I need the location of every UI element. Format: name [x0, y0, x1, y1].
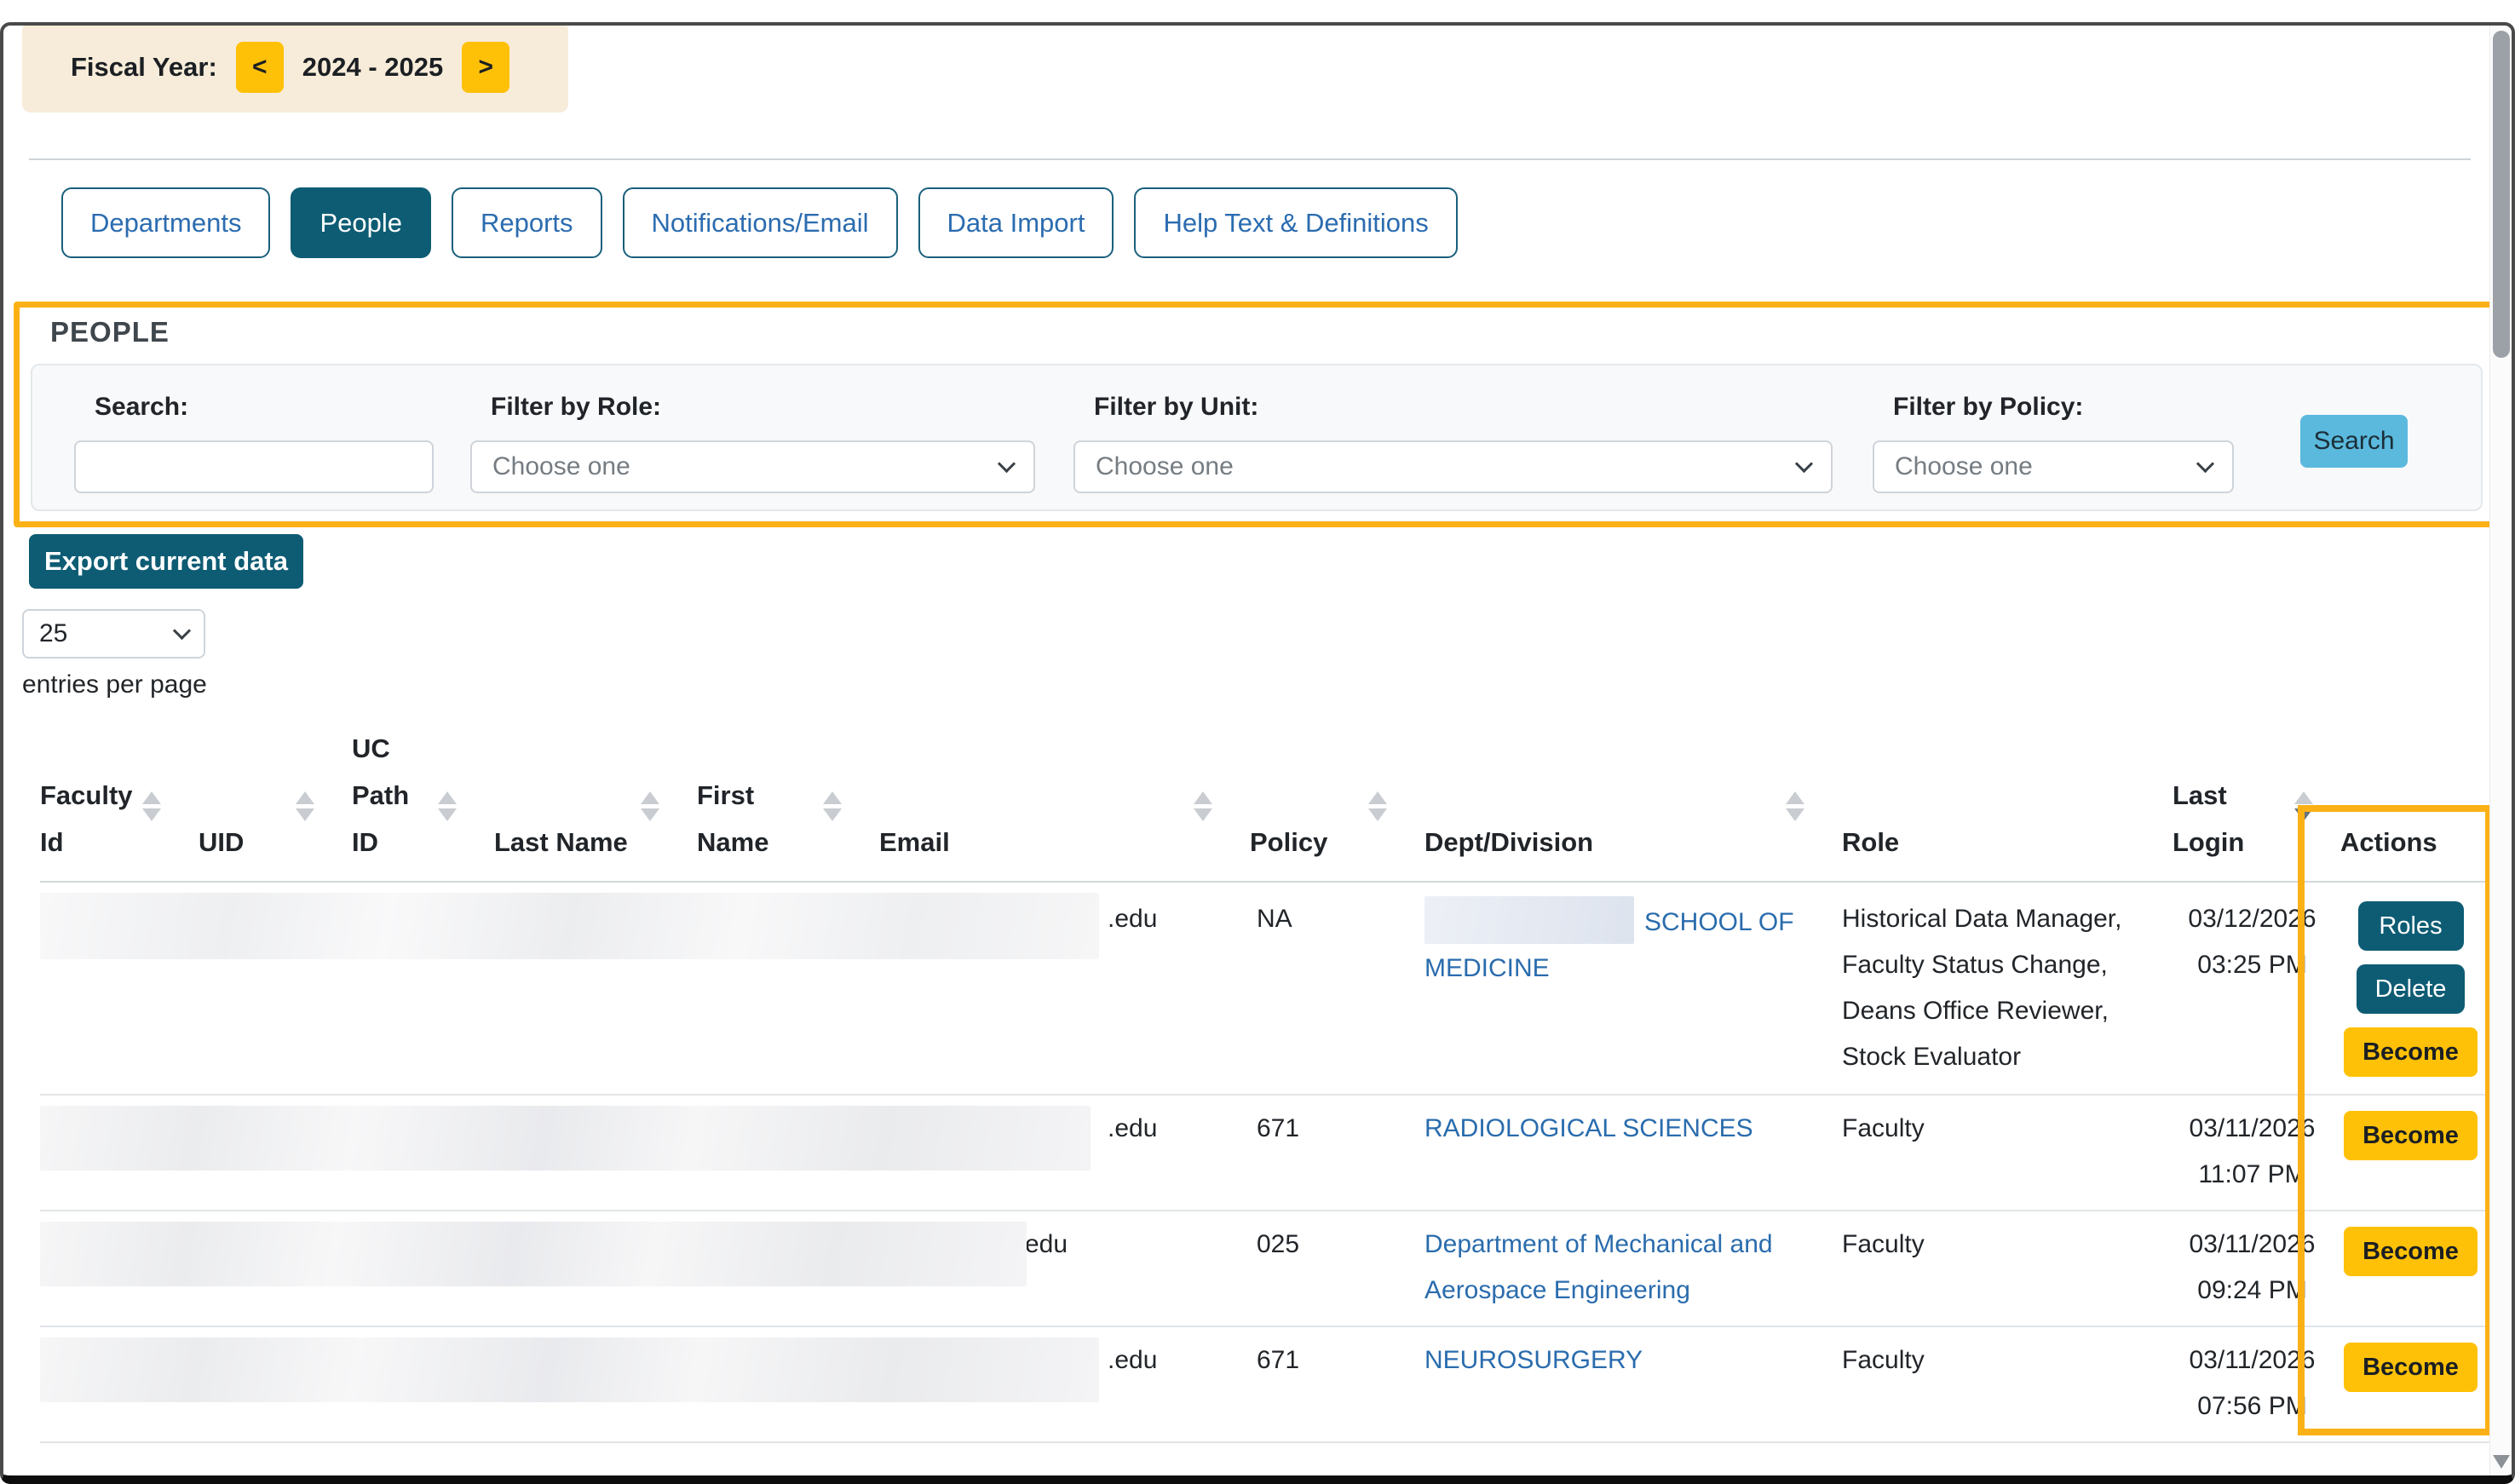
actions-cell: Become [2332, 1106, 2489, 1198]
last-login-cell: 03/11/2026 07:56 PM [2173, 1337, 2332, 1429]
dept-link[interactable]: RADIOLOGICAL SCIENCES [1424, 1114, 1753, 1142]
sort-icon [1368, 791, 1387, 821]
unit-filter-value: Choose one [1096, 452, 1234, 481]
role-cell: Faculty [1842, 1222, 2173, 1314]
actions-cell: Become [2332, 1337, 2489, 1429]
filter-by-role-label: Filter by Role: [491, 393, 661, 422]
become-button[interactable]: Become [2344, 1227, 2478, 1276]
table-row: edu 025 Department of Mechanical and Aer… [40, 1211, 2489, 1327]
become-button[interactable]: Become [2344, 1027, 2478, 1077]
header-role: Role [1842, 725, 2173, 883]
dept-cell: NEUROSURGERY [1424, 1337, 1842, 1429]
role-filter-value: Choose one [492, 452, 630, 481]
scroll-down-arrow-icon[interactable] [2493, 1455, 2510, 1469]
sort-icon [641, 791, 659, 821]
tab-departments[interactable]: Departments [61, 187, 270, 258]
fiscal-year-label: Fiscal Year: [71, 52, 217, 83]
table-header-row: Faculty Id UID UC Path ID Last Name Firs… [40, 725, 2489, 883]
tab-reports[interactable]: Reports [452, 187, 602, 258]
redacted-personal-data [40, 1106, 1091, 1171]
header-last-name[interactable]: Last Name [494, 725, 697, 883]
export-current-data-button[interactable]: Export current data [29, 534, 303, 589]
policy-filter-select[interactable]: Choose one [1873, 440, 2234, 493]
header-uid[interactable]: UID [199, 725, 352, 883]
header-actions: Actions [2332, 725, 2489, 883]
redacted-personal-data [40, 1337, 1099, 1402]
main-tabs: Departments People Reports Notifications… [61, 187, 2515, 258]
table-row: .edu 671 RADIOLOGICAL SCIENCES Faculty 0… [40, 1096, 2489, 1211]
chevron-down-icon [998, 454, 1016, 472]
filter-by-policy-label: Filter by Policy: [1893, 393, 2083, 422]
last-login-cell: 03/12/2026 03:25 PM [2173, 896, 2332, 1080]
dept-cell: SCHOOL OF MEDICINE [1424, 896, 1842, 1080]
policy-cell: NA [1250, 896, 1424, 1080]
tab-help-text-definitions[interactable]: Help Text & Definitions [1134, 187, 1457, 258]
dept-cell: Department of Mechanical and Aerospace E… [1424, 1222, 1842, 1314]
scrollbar-thumb[interactable] [2493, 31, 2510, 358]
header-email[interactable]: Email [879, 725, 1250, 883]
fiscal-year-value: 2024 - 2025 [302, 52, 443, 83]
filter-by-unit-label: Filter by Unit: [1094, 393, 1258, 422]
last-login-cell: 03/11/2026 11:07 PM [2173, 1106, 2332, 1198]
search-button[interactable]: Search [2300, 415, 2408, 468]
chevron-down-icon [1795, 454, 1813, 472]
header-faculty-id[interactable]: Faculty Id [40, 725, 199, 883]
people-section: PEOPLE Search: Filter by Role: Choose on… [14, 302, 2496, 527]
header-first-name[interactable]: First Name [697, 725, 879, 883]
page-size-value: 25 [39, 619, 67, 648]
fiscal-year-next-button[interactable]: > [462, 42, 509, 93]
header-divider [29, 158, 2471, 160]
actions-cell: Become [2332, 1222, 2489, 1314]
policy-cell: 671 [1250, 1337, 1424, 1429]
table-row: .edu 671 NEUROSURGERY Faculty 03/11/2026… [40, 1327, 2489, 1443]
tab-people[interactable]: People [291, 187, 431, 258]
last-login-cell: 03/11/2026 09:24 PM [2173, 1222, 2332, 1314]
header-dept-division[interactable]: Dept/Division [1424, 725, 1842, 883]
policy-cell: 025 [1250, 1222, 1424, 1314]
vertical-scrollbar[interactable] [2489, 26, 2512, 1475]
become-button[interactable]: Become [2344, 1111, 2478, 1160]
header-policy[interactable]: Policy [1250, 725, 1424, 883]
entries-per-page-label: entries per page [22, 670, 2515, 699]
chevron-down-icon [2196, 454, 2214, 472]
page-size-select[interactable]: 25 [22, 609, 205, 659]
role-cell: Historical Data Manager, Faculty Status … [1842, 896, 2173, 1080]
table-row: .edu NA SCHOOL OF MEDICINE Historical Da… [40, 883, 2489, 1096]
become-button[interactable]: Become [2344, 1343, 2478, 1392]
tab-data-import[interactable]: Data Import [918, 187, 1114, 258]
redacted-personal-data [40, 893, 1099, 959]
role-filter-select[interactable]: Choose one [470, 440, 1035, 493]
role-cell: Faculty [1842, 1337, 2173, 1429]
header-uc-path-id[interactable]: UC Path ID [352, 725, 494, 883]
sort-desc-icon [2294, 791, 2313, 821]
fiscal-year-prev-button[interactable]: < [236, 42, 284, 93]
role-cell: Faculty [1842, 1106, 2173, 1198]
sort-icon [438, 791, 457, 821]
policy-cell: 671 [1250, 1106, 1424, 1198]
people-section-heading: PEOPLE [50, 316, 2490, 348]
people-table: Faculty Id UID UC Path ID Last Name Firs… [0, 725, 2489, 1443]
header-last-login[interactable]: Last Login [2173, 725, 2332, 883]
actions-cell: Roles Delete Become [2332, 896, 2489, 1080]
sort-icon [1194, 791, 1212, 821]
tab-notifications-email[interactable]: Notifications/Email [623, 187, 898, 258]
unit-filter-select[interactable]: Choose one [1073, 440, 1833, 493]
search-label: Search: [95, 393, 188, 422]
roles-button[interactable]: Roles [2358, 901, 2464, 951]
sort-icon [823, 791, 842, 821]
fiscal-year-bar: Fiscal Year: < 2024 - 2025 > [22, 22, 568, 112]
sort-icon [296, 791, 314, 821]
sort-icon [142, 791, 161, 821]
redacted-dept-chip [1424, 896, 1634, 944]
delete-button[interactable]: Delete [2357, 964, 2466, 1014]
policy-filter-value: Choose one [1895, 452, 2033, 481]
dept-link[interactable]: NEUROSURGERY [1424, 1346, 1643, 1374]
dept-link[interactable]: Department of Mechanical and Aerospace E… [1424, 1230, 1773, 1304]
chevron-down-icon [173, 621, 191, 639]
search-input[interactable] [74, 440, 434, 493]
dept-cell: RADIOLOGICAL SCIENCES [1424, 1106, 1842, 1198]
filter-panel: Search: Filter by Role: Choose one Filte… [31, 364, 2483, 511]
sort-icon [1786, 791, 1804, 821]
redacted-personal-data [40, 1222, 1027, 1286]
